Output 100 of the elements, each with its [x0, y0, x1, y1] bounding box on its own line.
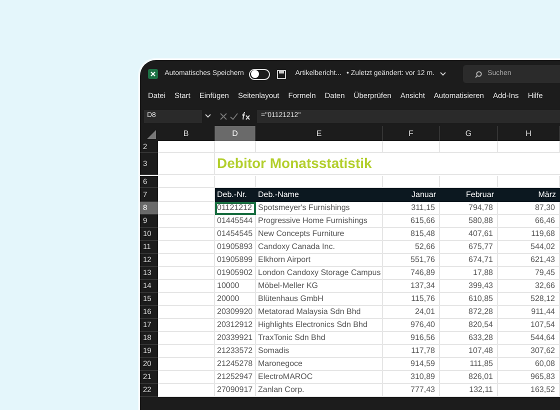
table-cell: 544,02: [498, 241, 560, 254]
empty-cell: [215, 141, 256, 154]
save-icon[interactable]: [277, 70, 286, 78]
table-cell: 01905899: [215, 254, 256, 267]
table-cell: 965,83: [498, 371, 560, 384]
select-all-triangle-icon[interactable]: [147, 130, 156, 139]
table-cell: 01454545: [215, 228, 256, 241]
table-cell: 01905902: [215, 267, 256, 280]
table-cell: 794,78: [440, 202, 498, 215]
table-cell: Somadis: [256, 345, 383, 358]
table-cell: 820,54: [440, 319, 498, 332]
table-header-cell: Februar: [440, 188, 498, 202]
table-cell: 872,28: [440, 306, 498, 319]
table-cell: 60,08: [498, 358, 560, 371]
dropdown-caret-icon[interactable]: [205, 114, 211, 118]
table-cell: 746,89: [383, 267, 440, 280]
table-cell: 27090917: [215, 384, 256, 397]
table-cell: 20339921: [215, 332, 256, 345]
table-cell: 307,62: [498, 345, 560, 358]
table-cell: 826,01: [440, 371, 498, 384]
spreadsheet-app-icon: [148, 69, 158, 79]
table-cell: New Concepts Furniture: [256, 228, 383, 241]
table-cell: 01905893: [215, 241, 256, 254]
table-header-cell: Deb.-Nr.: [215, 188, 256, 202]
column-header[interactable]: H: [498, 126, 560, 141]
empty-cell: [440, 141, 498, 154]
table-cell: 311,15: [383, 202, 440, 215]
table-cell: 610,85: [440, 293, 498, 306]
table-cell: 310,89: [383, 371, 440, 384]
table-cell: 777,43: [383, 384, 440, 397]
cancel-icon[interactable]: [220, 112, 227, 120]
table-cell: 674,71: [440, 254, 498, 267]
table-cell: Maronegoce: [256, 358, 383, 371]
caret-icon[interactable]: [440, 72, 446, 76]
table-cell: 633,28: [440, 332, 498, 345]
table-cell: 528,12: [498, 293, 560, 306]
table-cell: 621,43: [498, 254, 560, 267]
empty-cell: [498, 141, 560, 154]
table-cell: 66,46: [498, 215, 560, 228]
table-cell: 132,11: [440, 384, 498, 397]
column-header[interactable]: E: [256, 126, 383, 141]
column-header[interactable]: G: [440, 126, 498, 141]
table-cell: 551,76: [383, 254, 440, 267]
table-cell: 615,66: [383, 215, 440, 228]
table-cell: 916,56: [383, 332, 440, 345]
empty-cell: [383, 141, 440, 154]
table-cell: 137,34: [383, 280, 440, 293]
table-cell: 10000: [215, 280, 256, 293]
table-cell: 111,85: [440, 358, 498, 371]
table-cell: 117,78: [383, 345, 440, 358]
table-cell: 32,66: [498, 280, 560, 293]
table-cell: 79,45: [498, 267, 560, 280]
table-cell: 675,77: [440, 241, 498, 254]
table-cell: 976,40: [383, 319, 440, 332]
table-cell: 107,54: [498, 319, 560, 332]
table-cell: 20000: [215, 293, 256, 306]
table-header-cell: Januar: [383, 188, 440, 202]
table-cell: 52,66: [383, 241, 440, 254]
table-cell: 914,59: [383, 358, 440, 371]
table-cell: London Candoxy Storage Campus: [256, 267, 383, 280]
table-cell: Highlights Electronics Sdn Bhd: [256, 319, 383, 332]
table-cell: 17,88: [440, 267, 498, 280]
autosave-toggle[interactable]: [248, 68, 270, 80]
table-cell: 20312912: [215, 319, 256, 332]
table-cell: 87,30: [498, 202, 560, 215]
table-cell: Spotsmeyer's Furnishings: [256, 202, 383, 215]
column-header[interactable]: D: [215, 126, 256, 141]
table-cell: 21252947: [215, 371, 256, 384]
table-cell: 107,48: [440, 345, 498, 358]
table-cell: Candoxy Canada Inc.: [256, 241, 383, 254]
table-cell: 24,01: [383, 306, 440, 319]
table-cell: 407,61: [440, 228, 498, 241]
table-cell: 115,76: [383, 293, 440, 306]
table-cell: 163,52: [498, 384, 560, 397]
function-icon[interactable]: [241, 112, 251, 120]
table-cell: Blütenhaus GmbH: [256, 293, 383, 306]
table-cell: Progressive Home Furnishings: [256, 215, 383, 228]
sheet-title: Debitor Monatsstatistik: [215, 153, 560, 175]
table-cell: TraxTonic Sdn Bhd: [256, 332, 383, 345]
search-icon: [474, 70, 482, 78]
table-cell: 815,48: [383, 228, 440, 241]
table-cell: 580,88: [440, 215, 498, 228]
table-cell: 119,68: [498, 228, 560, 241]
table-cell: Möbel-Meller KG: [256, 280, 383, 293]
checkmark-icon[interactable]: [230, 112, 238, 120]
table-cell: Elkhorn Airport: [256, 254, 383, 267]
table-cell: 01121212: [215, 202, 256, 215]
table-cell: 21233572: [215, 345, 256, 358]
table-cell: Zanlan Corp.: [256, 384, 383, 397]
table-cell: 544,64: [498, 332, 560, 345]
table-cell: ElectroMAROC: [256, 371, 383, 384]
table-cell: Metatorad Malaysia Sdn Bhd: [256, 306, 383, 319]
table-header-cell: Deb.-Name: [256, 188, 383, 202]
table-header-cell: März: [498, 188, 560, 202]
table-cell: 20309920: [215, 306, 256, 319]
table-cell: 21245278: [215, 358, 256, 371]
column-header[interactable]: F: [383, 126, 440, 141]
table-cell: 01445544: [215, 215, 256, 228]
table-cell: 399,43: [440, 280, 498, 293]
table-cell: 911,44: [498, 306, 560, 319]
